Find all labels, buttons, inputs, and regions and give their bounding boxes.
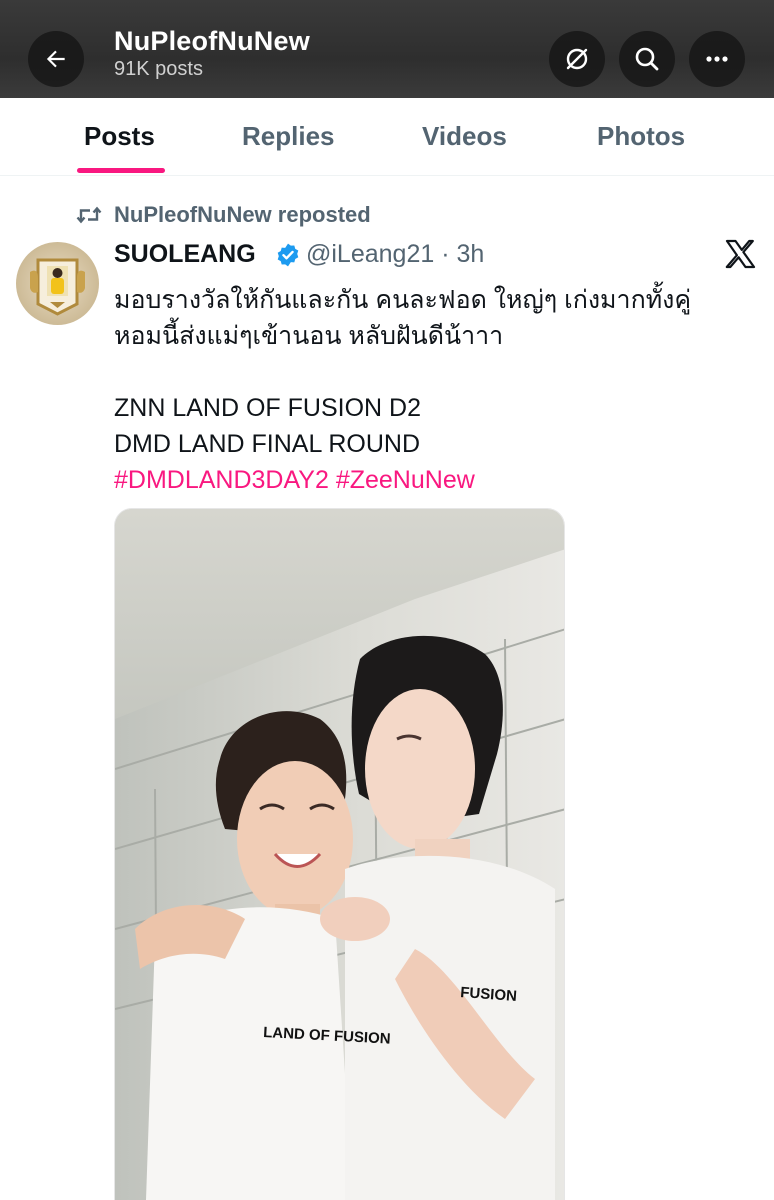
search-button[interactable] [619, 31, 675, 87]
grok-icon [566, 48, 588, 70]
post-text-line: หอมนี้ส่งแม่ๆเข้านอน หลับฝันดีน้าาา [114, 322, 504, 350]
back-button[interactable] [28, 31, 84, 87]
post-hashtags[interactable]: #DMDLAND3DAY2 #ZeeNuNew [114, 462, 754, 498]
tab-photos[interactable]: Photos [597, 121, 685, 152]
repost-indicator[interactable]: NuPleofNuNew reposted [76, 202, 371, 228]
profile-tabs: Posts Replies Videos Photos [0, 98, 774, 176]
post-text: มอบรางวัลให้กันและกัน คนละฟอด ใหญ่ๆ เก่ง… [114, 282, 754, 498]
post-count: 91K posts [114, 58, 203, 80]
profile-name: NuPleofNuNew [114, 26, 310, 56]
back-arrow-icon [46, 50, 65, 68]
post-text-line: ZNN LAND OF FUSION D2 [114, 394, 421, 422]
avatar[interactable] [16, 242, 99, 325]
repost-label: NuPleofNuNew reposted [114, 202, 371, 227]
grok-button[interactable] [549, 31, 605, 87]
more-icon [706, 56, 728, 62]
tab-videos[interactable]: Videos [422, 121, 507, 152]
post-text-line: มอบรางวัลให้กันและกัน คนละฟอด ใหญ่ๆ เก่ง… [114, 286, 692, 314]
author-handle-time[interactable]: @iLeang21 · 3h [306, 240, 484, 269]
profile-header: NuPleofNuNew 91K posts [0, 0, 774, 98]
tab-replies[interactable]: Replies [242, 121, 335, 152]
repost-icon [76, 206, 102, 224]
verified-badge-icon [277, 243, 299, 267]
search-icon [635, 47, 659, 71]
tab-posts[interactable]: Posts [84, 121, 155, 152]
x-logo-icon [725, 239, 756, 269]
author-name[interactable]: SUOLEANG [114, 240, 256, 269]
post-media-image[interactable]: LAND OF FUSION FUSION [114, 508, 565, 1200]
more-button[interactable] [689, 31, 745, 87]
active-tab-indicator [77, 168, 165, 173]
post-text-line: DMD LAND FINAL ROUND [114, 430, 421, 458]
